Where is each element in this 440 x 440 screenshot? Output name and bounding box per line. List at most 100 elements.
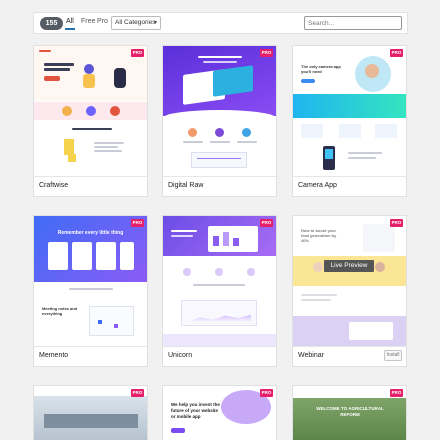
template-title: Digital Raw bbox=[168, 182, 204, 189]
chart-block bbox=[181, 300, 257, 326]
template-card-memento[interactable]: Remember every little thing Meeting note… bbox=[33, 215, 148, 367]
install-button[interactable]: Install bbox=[384, 350, 402, 361]
logo bbox=[39, 50, 51, 52]
pro-badge: PRO bbox=[390, 389, 403, 397]
gradient-band bbox=[293, 94, 406, 118]
tab-pro[interactable]: Pro bbox=[97, 18, 108, 25]
hero-heading-line bbox=[171, 235, 193, 237]
illustration-person bbox=[84, 64, 94, 74]
pricing-card bbox=[48, 242, 68, 270]
text-line bbox=[94, 142, 124, 144]
template-count-badge: 155 bbox=[40, 17, 63, 30]
template-title: Craftwise bbox=[39, 182, 69, 189]
template-preview-craftwise[interactable] bbox=[34, 46, 147, 176]
icon-circle bbox=[62, 106, 72, 116]
dashboard-bar bbox=[233, 238, 239, 246]
wave-divider bbox=[163, 110, 276, 126]
hero-heading-line bbox=[198, 56, 242, 58]
template-title: Unicorn bbox=[168, 352, 193, 359]
template-preview-digital-raw[interactable] bbox=[163, 46, 276, 176]
template-card-7[interactable]: PRO bbox=[33, 385, 148, 440]
pro-badge: PRO bbox=[131, 219, 144, 227]
hero-heading: The only camera app you'll need bbox=[301, 64, 341, 74]
hero-subheading-line bbox=[203, 61, 237, 63]
feature-block bbox=[339, 124, 361, 138]
template-card-craftwise[interactable]: PRO Craftwise bbox=[33, 45, 148, 197]
pro-badge: PRO bbox=[390, 219, 403, 227]
illustration-person bbox=[114, 68, 126, 88]
search-input[interactable] bbox=[304, 16, 402, 30]
avatar bbox=[188, 128, 197, 137]
template-card-camera-app[interactable]: The only camera app you'll need PRO Came… bbox=[292, 45, 407, 197]
hero-photo bbox=[293, 398, 406, 440]
template-filter-bar: 155 All Free Pro All Categories ▾ bbox=[33, 12, 408, 34]
feature-icon bbox=[183, 268, 191, 276]
feature-icon bbox=[215, 268, 223, 276]
calendar-widget bbox=[89, 306, 134, 336]
hover-overlay bbox=[293, 216, 406, 346]
hero-person bbox=[365, 64, 379, 78]
template-card-webinar[interactable]: How to boost your lead generation by 40%… bbox=[292, 215, 407, 367]
feature-icon bbox=[247, 268, 255, 276]
pro-badge: PRO bbox=[131, 49, 144, 57]
text-line bbox=[183, 141, 203, 143]
text-line bbox=[69, 288, 113, 290]
photo-detail bbox=[44, 414, 138, 428]
template-caption: Unicorn bbox=[163, 346, 276, 366]
template-title: Memento bbox=[39, 352, 69, 359]
hero-button bbox=[44, 76, 60, 81]
pro-badge: PRO bbox=[260, 49, 273, 57]
sticky-notes bbox=[68, 154, 76, 162]
template-preview-memento[interactable]: Remember every little thing Meeting note… bbox=[34, 216, 147, 346]
feature-block bbox=[301, 124, 323, 138]
text-line bbox=[237, 141, 257, 143]
hero-heading-line bbox=[44, 68, 70, 71]
hero-heading: WELCOME TO AGRICULTURAL REFORM bbox=[316, 406, 384, 417]
live-preview-button[interactable]: Live Preview bbox=[324, 260, 374, 272]
hero-heading: Remember every little thing bbox=[57, 230, 124, 236]
footer-band bbox=[163, 334, 276, 346]
text-line bbox=[94, 150, 122, 152]
template-card-unicorn[interactable]: PRO Unicorn bbox=[162, 215, 277, 367]
pro-badge: PRO bbox=[131, 389, 144, 397]
illustration-person bbox=[83, 74, 95, 88]
calendar-mark bbox=[114, 324, 118, 328]
category-select-value: All Categories bbox=[115, 19, 156, 26]
category-select[interactable]: All Categories ▾ bbox=[111, 16, 161, 30]
template-preview-webinar[interactable]: How to boost your lead generation by 40%… bbox=[293, 216, 406, 346]
template-title: Camera App bbox=[298, 182, 337, 189]
text-line bbox=[94, 146, 118, 148]
hero-heading-line bbox=[44, 63, 74, 66]
template-title: Webinar bbox=[298, 352, 324, 359]
hero-button bbox=[171, 428, 185, 433]
template-preview-unicorn[interactable] bbox=[163, 216, 276, 346]
pro-badge: PRO bbox=[260, 219, 273, 227]
tab-free[interactable]: Free bbox=[81, 18, 95, 25]
text-line bbox=[210, 141, 230, 143]
section-heading: Meeting notes and everything bbox=[42, 306, 78, 316]
phone-screen bbox=[325, 149, 333, 159]
text-line bbox=[348, 152, 382, 154]
calendar-mark bbox=[98, 320, 102, 324]
template-card-digital-raw[interactable]: PRO Digital Raw bbox=[162, 45, 277, 197]
chevron-down-icon: ▾ bbox=[153, 20, 157, 26]
tab-all[interactable]: All bbox=[65, 18, 75, 30]
hero-heading-line bbox=[171, 230, 197, 232]
text-line bbox=[193, 284, 245, 286]
avatar bbox=[242, 128, 251, 137]
avatar bbox=[215, 128, 224, 137]
chart-block bbox=[191, 152, 247, 168]
template-caption: Camera App bbox=[293, 176, 406, 196]
hero-heading: We help you invent the future of your we… bbox=[171, 402, 220, 419]
template-card-9[interactable]: WELCOME TO AGRICULTURAL REFORM PRO bbox=[292, 385, 407, 440]
template-caption: Craftwise bbox=[34, 176, 147, 196]
icon-circle bbox=[110, 106, 120, 116]
pro-badge: PRO bbox=[390, 49, 403, 57]
pricing-card bbox=[72, 242, 92, 270]
section-heading-line bbox=[72, 128, 112, 130]
sticky-notes bbox=[64, 139, 74, 155]
pro-badge: PRO bbox=[260, 389, 273, 397]
pricing-card bbox=[120, 242, 134, 270]
template-preview-camera-app[interactable]: The only camera app you'll need bbox=[293, 46, 406, 176]
template-card-8[interactable]: We help you invent the future of your we… bbox=[162, 385, 277, 440]
